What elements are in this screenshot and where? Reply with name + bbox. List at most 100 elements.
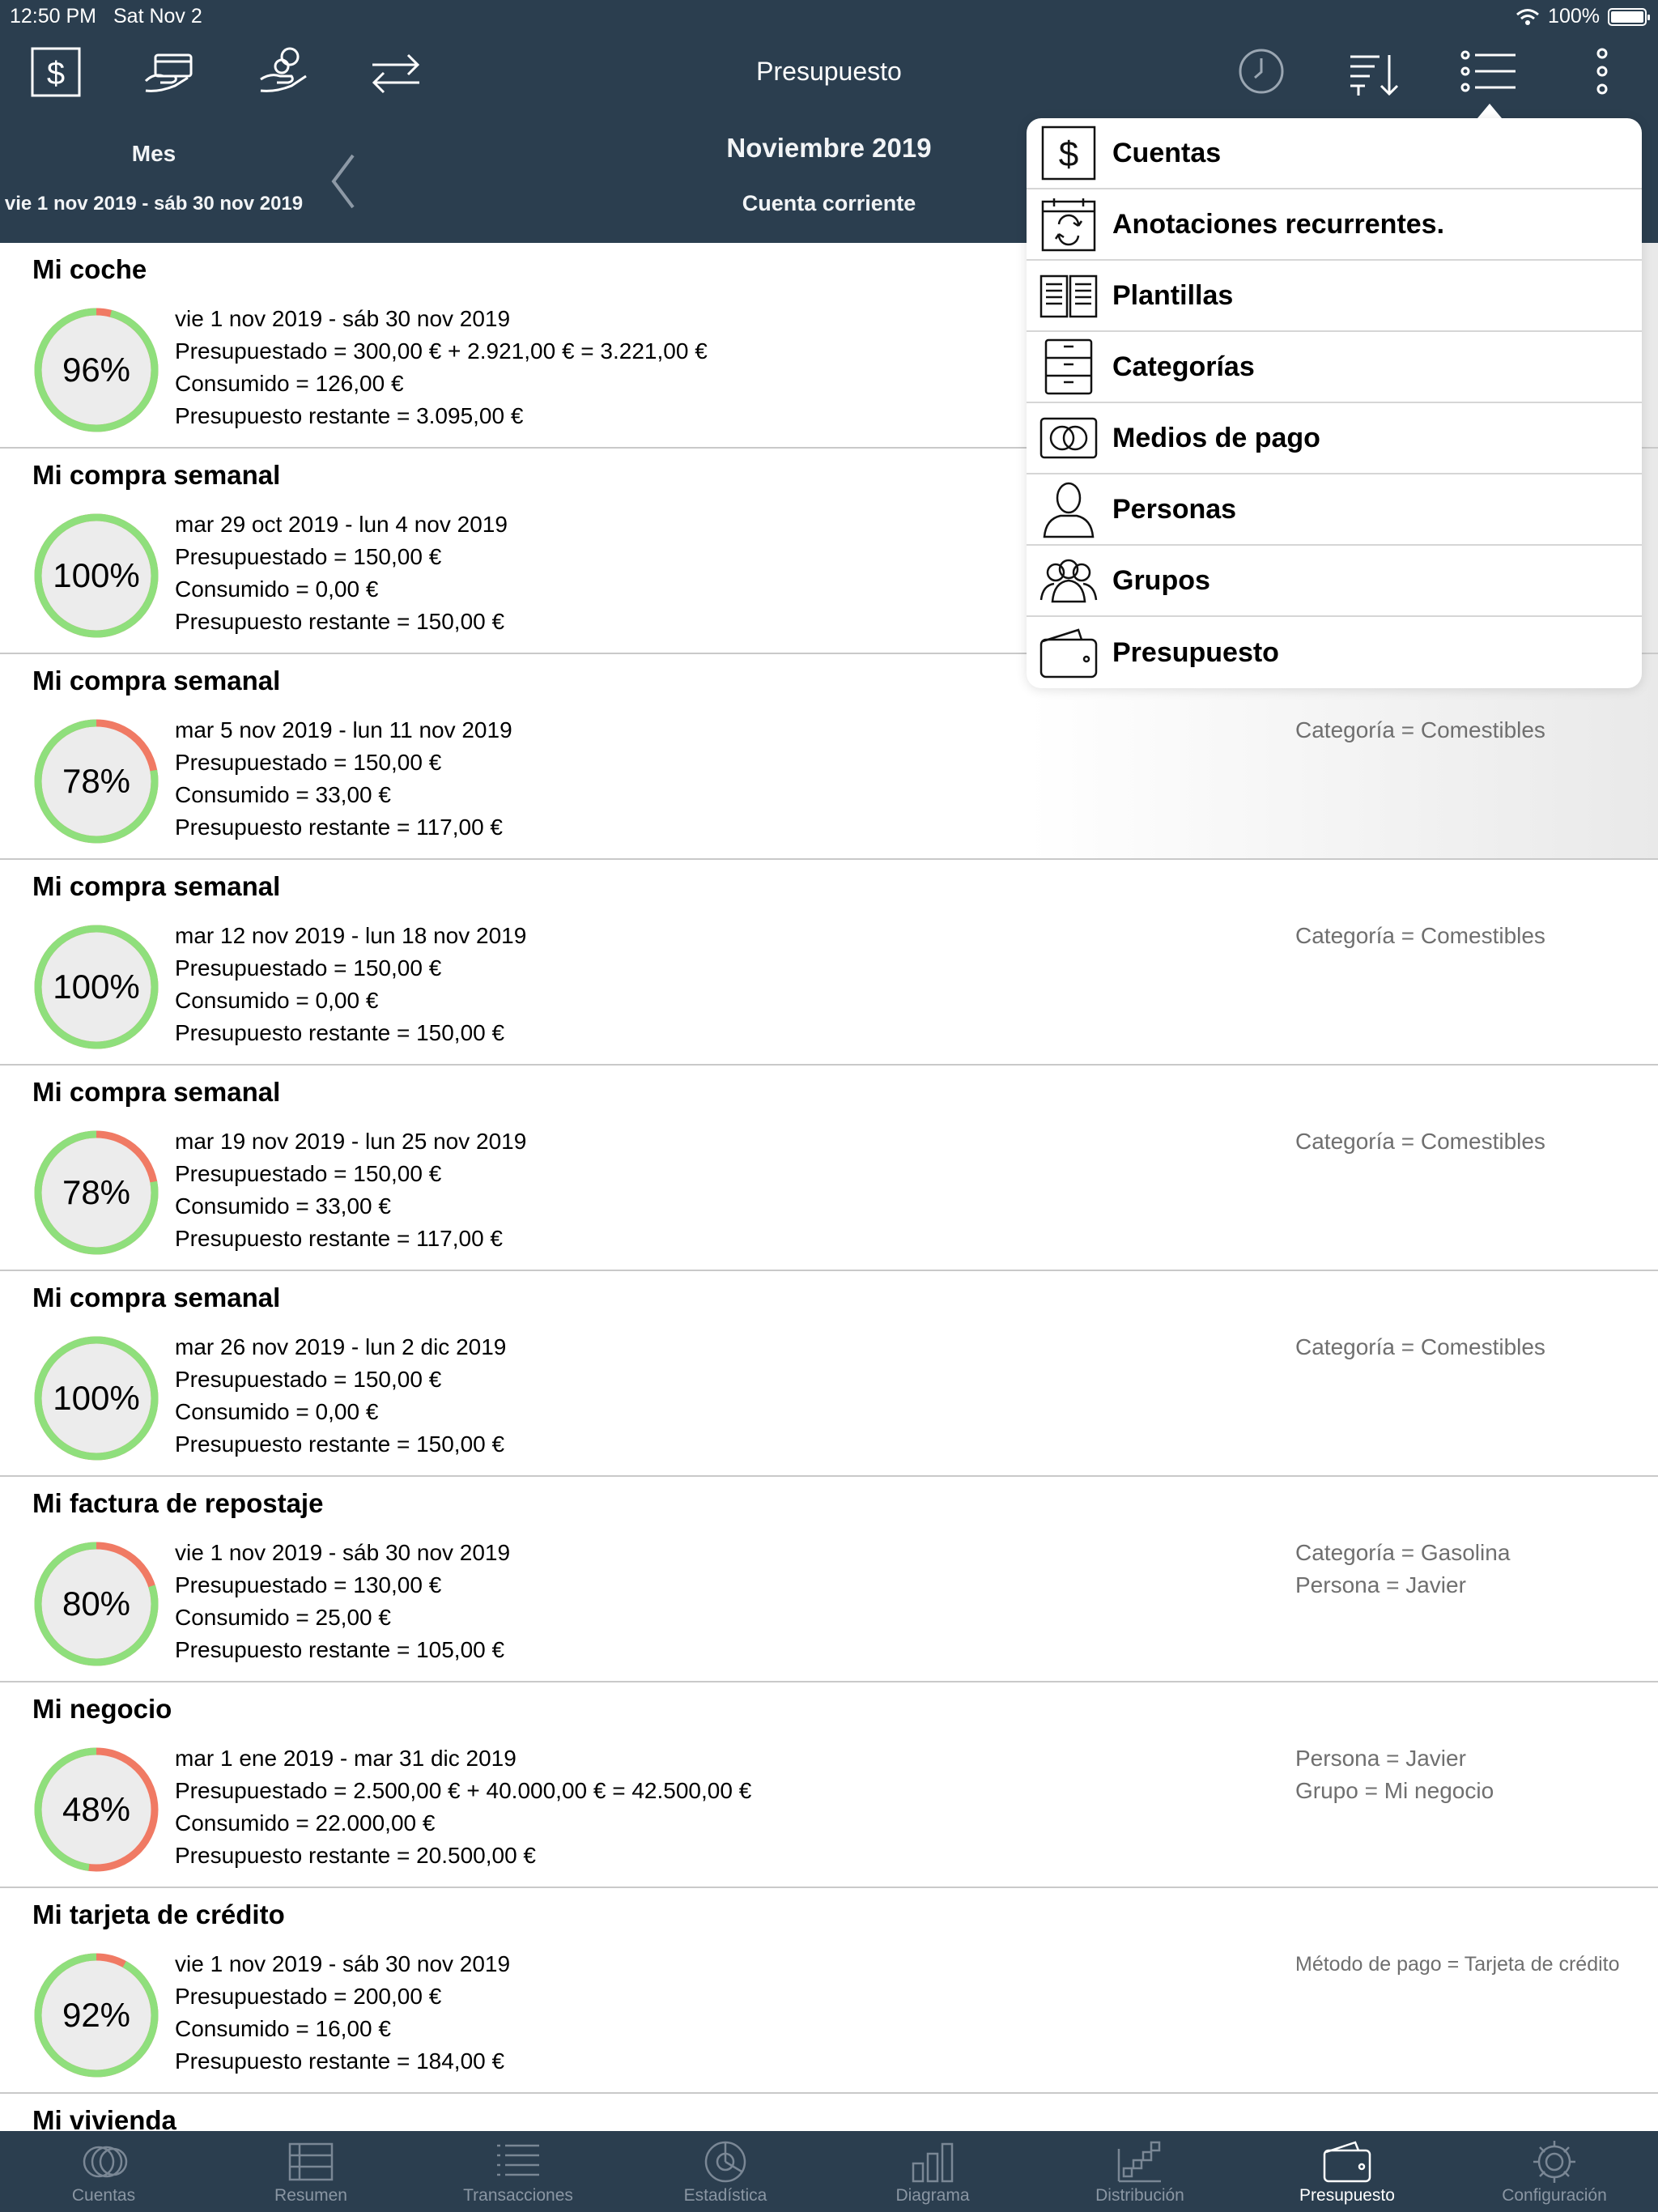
budget-filters: Categoría = Comestibles xyxy=(1295,714,1545,747)
person-icon xyxy=(1039,480,1098,538)
menu-label: Presupuesto xyxy=(1112,636,1279,668)
coin-hand-icon[interactable] xyxy=(257,45,311,97)
bar-chart-icon xyxy=(912,2142,954,2183)
menu-label: Plantillas xyxy=(1112,279,1234,311)
filter-category: Categoría = Comestibles xyxy=(1295,923,1545,948)
budget-title: Mi factura de repostaje xyxy=(32,1488,324,1518)
budget-consumed: Consumido = 25,00 € xyxy=(175,1605,391,1630)
budget-row[interactable]: Mi factura de repostaje 80% vie 1 nov 20… xyxy=(0,1477,1658,1682)
summary-icon xyxy=(288,2142,334,2181)
budget-title: Mi compra semanal xyxy=(32,666,281,696)
budget-remaining: Presupuesto restante = 150,00 € xyxy=(175,609,505,634)
budget-details: vie 1 nov 2019 - sáb 30 nov 2019 Presupu… xyxy=(175,1948,510,2078)
tab-label: Cuentas xyxy=(71,2186,136,2205)
menu-item-anotaciones-recurrentes[interactable]: Anotaciones recurrentes. xyxy=(1027,189,1642,261)
budget-details: mar 19 nov 2019 - lun 25 nov 2019 Presup… xyxy=(175,1125,526,1255)
tab-cuentas[interactable]: Cuentas xyxy=(0,2131,207,2212)
current-account[interactable]: Cuenta corriente xyxy=(742,191,916,215)
menu-item-categorias[interactable]: Categorías xyxy=(1027,332,1642,403)
budget-consumed: Consumido = 0,00 € xyxy=(175,1399,379,1424)
budget-consumed: Consumido = 22.000,00 € xyxy=(175,1810,436,1836)
tab-estadistica[interactable]: Estadística xyxy=(622,2131,829,2212)
budget-consumed: Consumido = 33,00 € xyxy=(175,1193,391,1219)
budget-title: Mi coche xyxy=(32,254,147,284)
budget-period: mar 26 nov 2019 - lun 2 dic 2019 xyxy=(175,1334,507,1359)
menu-item-cuentas[interactable]: $ Cuentas xyxy=(1027,118,1642,189)
budget-details: mar 29 oct 2019 - lun 4 nov 2019 Presupu… xyxy=(175,508,508,638)
transactions-list-icon xyxy=(497,2144,539,2176)
budget-period: mar 12 nov 2019 - lun 18 nov 2019 xyxy=(175,923,527,948)
tab-distribucion[interactable]: Distribución xyxy=(1036,2131,1244,2212)
period-range: vie 1 nov 2019 - sáb 30 nov 2019 xyxy=(4,193,304,215)
tab-presupuesto[interactable]: Presupuesto xyxy=(1244,2131,1451,2212)
tab-label: Distribución xyxy=(1095,2186,1184,2205)
budget-remaining: Presupuesto restante = 184,00 € xyxy=(175,2048,505,2074)
budget-row[interactable]: Mi compra semanal 100% mar 12 nov 2019 -… xyxy=(0,860,1658,1066)
filter-category: Categoría = Comestibles xyxy=(1295,1129,1545,1154)
transfer-arrows-icon[interactable] xyxy=(369,49,423,97)
budget-row[interactable]: Mi tarjeta de crédito 92% vie 1 nov 2019… xyxy=(0,1888,1658,2094)
list-menu-icon[interactable] xyxy=(1460,47,1517,96)
tab-resumen[interactable]: Resumen xyxy=(207,2131,414,2212)
filter-category: Categoría = Comestibles xyxy=(1295,717,1545,742)
menu-item-plantillas[interactable]: Plantillas xyxy=(1027,261,1642,332)
progress-percent: 100% xyxy=(53,556,140,594)
tab-label: Resumen xyxy=(274,2186,347,2205)
progress-percent: 100% xyxy=(53,1379,140,1417)
budget-title-partial[interactable]: Mi vivienda xyxy=(32,2105,176,2131)
budget-remaining: Presupuesto restante = 20.500,00 € xyxy=(175,1843,536,1868)
progress-percent: 92% xyxy=(62,1996,131,2034)
menu-item-personas[interactable]: Personas xyxy=(1027,474,1642,546)
period-type[interactable]: Mes xyxy=(0,141,308,167)
budget-row[interactable]: Mi compra semanal 100% mar 26 nov 2019 -… xyxy=(0,1271,1658,1477)
tab-bar: Cuentas Resumen Transacciones Estadístic… xyxy=(0,2131,1658,2212)
budget-planned: Presupuestado = 150,00 € xyxy=(175,1161,442,1186)
sort-icon[interactable] xyxy=(1347,49,1401,97)
budget-remaining: Presupuesto restante = 150,00 € xyxy=(175,1431,505,1457)
menu-label: Grupos xyxy=(1112,564,1210,596)
budget-title: Mi compra semanal xyxy=(32,1077,281,1107)
budget-filters: Categoría = Gasolina Persona = Javier xyxy=(1295,1537,1510,1602)
tab-transacciones[interactable]: Transacciones xyxy=(414,2131,622,2212)
status-bar: 12:50 PM Sat Nov 2 100% xyxy=(0,0,1658,32)
menu-label: Categorías xyxy=(1112,351,1255,382)
budget-remaining: Presupuesto restante = 117,00 € xyxy=(175,815,503,840)
budget-planned: Presupuestado = 130,00 € xyxy=(175,1572,442,1597)
budget-details: vie 1 nov 2019 - sáb 30 nov 2019 Presupu… xyxy=(175,1537,510,1666)
distribution-icon xyxy=(1117,2141,1161,2183)
menu-item-medios-de-pago[interactable]: Medios de pago xyxy=(1027,403,1642,474)
menu-item-grupos[interactable]: Grupos xyxy=(1027,546,1642,617)
progress-percent: 48% xyxy=(62,1790,131,1828)
tab-label: Configuración xyxy=(1502,2186,1607,2205)
budget-title: Mi negocio xyxy=(32,1694,172,1724)
budget-period: mar 1 ene 2019 - mar 31 dic 2019 xyxy=(175,1746,517,1771)
card-payment-icon[interactable] xyxy=(142,49,196,97)
budget-filters: Persona = Javier Grupo = Mi negocio xyxy=(1295,1742,1494,1807)
budget-period: mar 5 nov 2019 - lun 11 nov 2019 xyxy=(175,717,512,742)
budget-row[interactable]: Mi negocio 48% mar 1 ene 2019 - mar 31 d… xyxy=(0,1682,1658,1888)
budget-remaining: Presupuesto restante = 105,00 € xyxy=(175,1637,505,1662)
budget-filters: Categoría = Comestibles xyxy=(1295,1125,1545,1158)
recurring-calendar-icon xyxy=(1039,195,1098,253)
progress-percent: 80% xyxy=(62,1585,131,1623)
tab-configuracion[interactable]: Configuración xyxy=(1451,2131,1658,2212)
progress-percent: 100% xyxy=(53,968,140,1006)
current-month: Noviembre 2019 xyxy=(726,133,932,163)
budget-row[interactable]: Mi compra semanal 78% mar 19 nov 2019 - … xyxy=(0,1066,1658,1271)
filter-person: Persona = Javier xyxy=(1295,1572,1466,1597)
status-right: 100% xyxy=(1516,5,1650,28)
filter-category: Categoría = Gasolina xyxy=(1295,1540,1511,1565)
popover-menu: $ Cuentas Anotaciones recurrentes. Plant… xyxy=(1027,118,1642,688)
clock-icon[interactable] xyxy=(1237,47,1286,96)
payment-coins-icon xyxy=(1039,409,1098,467)
more-vertical-icon[interactable] xyxy=(1590,47,1614,96)
budget-planned: Presupuestado = 150,00 € xyxy=(175,1367,442,1392)
menu-item-presupuesto[interactable]: Presupuesto xyxy=(1027,617,1642,688)
page-title: Presupuesto xyxy=(756,57,902,86)
tab-diagrama[interactable]: Diagrama xyxy=(829,2131,1036,2212)
chevron-left-icon[interactable] xyxy=(324,149,364,214)
budget-planned: Presupuestado = 150,00 € xyxy=(175,955,442,981)
dollar-square-icon[interactable]: $ xyxy=(31,47,81,97)
progress-percent: 96% xyxy=(62,351,131,389)
budget-details: mar 12 nov 2019 - lun 18 nov 2019 Presup… xyxy=(175,920,526,1049)
